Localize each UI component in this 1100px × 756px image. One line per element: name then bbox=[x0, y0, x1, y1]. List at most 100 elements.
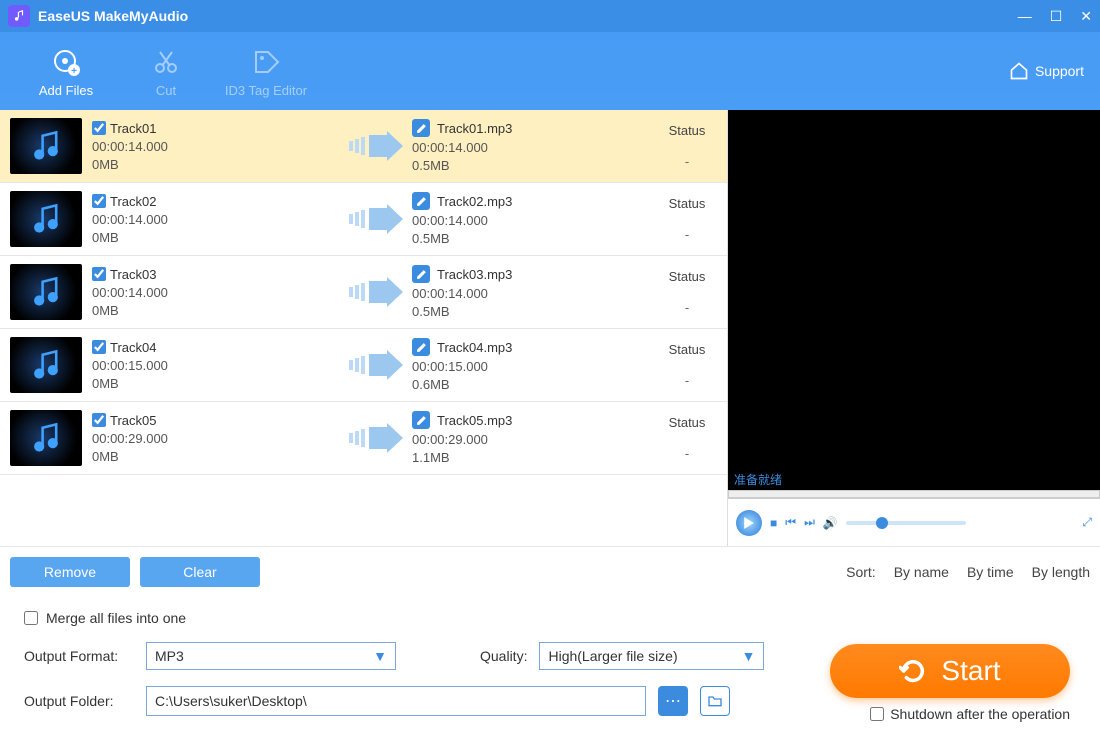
output-name: Track05.mp3 bbox=[437, 413, 512, 428]
track-checkbox[interactable] bbox=[92, 121, 106, 135]
preview-status: 准备就绪 bbox=[734, 471, 782, 488]
track-duration: 00:00:14.000 bbox=[92, 139, 342, 154]
support-link[interactable]: Support bbox=[1009, 61, 1084, 81]
list-action-bar: Remove Clear Sort: By name By time By le… bbox=[0, 546, 1100, 596]
clear-button[interactable]: Clear bbox=[140, 557, 260, 587]
app-logo-icon bbox=[8, 5, 30, 27]
status-value: - bbox=[657, 154, 717, 169]
folder-input[interactable] bbox=[146, 686, 646, 716]
preview-panel: 准备就绪 ■ ⏮ ⏭ 🔊 ⤢ bbox=[728, 110, 1100, 546]
play-button[interactable] bbox=[736, 510, 762, 536]
volume-slider[interactable] bbox=[846, 521, 966, 525]
fullscreen-button[interactable]: ⤢ bbox=[1082, 515, 1092, 530]
quality-label: Quality: bbox=[480, 648, 527, 664]
track-thumbnail bbox=[10, 410, 82, 466]
svg-text:+: + bbox=[71, 66, 77, 77]
merge-label: Merge all files into one bbox=[46, 610, 186, 626]
folder-label: Output Folder: bbox=[24, 693, 134, 709]
output-size: 0.5MB bbox=[412, 304, 592, 319]
quality-select[interactable]: High(Larger file size) ▼ bbox=[539, 642, 764, 670]
track-row[interactable]: Track0400:00:15.0000MBTrack04.mp300:00:1… bbox=[0, 329, 727, 402]
arrow-icon bbox=[342, 423, 412, 453]
output-name: Track03.mp3 bbox=[437, 267, 512, 282]
track-checkbox[interactable] bbox=[92, 267, 106, 281]
output-duration: 00:00:14.000 bbox=[412, 140, 592, 155]
edit-icon[interactable] bbox=[412, 192, 430, 210]
tag-icon bbox=[252, 45, 280, 79]
sort-by-time[interactable]: By time bbox=[967, 564, 1014, 580]
maximize-button[interactable]: ☐ bbox=[1050, 8, 1063, 25]
status-value: - bbox=[657, 373, 717, 388]
merge-checkbox[interactable] bbox=[24, 611, 38, 625]
next-button[interactable]: ⏭ bbox=[804, 515, 815, 530]
status-label: Status bbox=[657, 415, 717, 430]
open-folder-button[interactable] bbox=[700, 686, 730, 716]
output-size: 0.6MB bbox=[412, 377, 592, 392]
status-label: Status bbox=[657, 342, 717, 357]
volume-icon[interactable]: 🔊 bbox=[823, 516, 838, 530]
chevron-down-icon: ▼ bbox=[742, 648, 756, 664]
edit-icon[interactable] bbox=[412, 338, 430, 356]
track-size: 0MB bbox=[92, 157, 342, 172]
track-row[interactable]: Track0200:00:14.0000MBTrack02.mp300:00:1… bbox=[0, 183, 727, 256]
track-thumbnail bbox=[10, 118, 82, 174]
refresh-icon bbox=[899, 657, 927, 685]
prev-button[interactable]: ⏮ bbox=[785, 515, 796, 530]
start-button[interactable]: Start bbox=[830, 644, 1070, 698]
track-thumbnail bbox=[10, 191, 82, 247]
output-size: 0.5MB bbox=[412, 158, 592, 173]
scissors-icon bbox=[152, 45, 180, 79]
edit-icon[interactable] bbox=[412, 119, 430, 137]
sort-label: Sort: bbox=[846, 564, 876, 580]
shutdown-checkbox[interactable] bbox=[870, 707, 884, 721]
track-size: 0MB bbox=[92, 230, 342, 245]
minimize-button[interactable]: — bbox=[1018, 8, 1032, 25]
output-name: Track01.mp3 bbox=[437, 121, 512, 136]
stop-button[interactable]: ■ bbox=[770, 516, 777, 530]
output-duration: 00:00:14.000 bbox=[412, 286, 592, 301]
track-duration: 00:00:29.000 bbox=[92, 431, 342, 446]
arrow-icon bbox=[342, 204, 412, 234]
toolbar: + Add Files Cut ID3 Tag Editor Support bbox=[0, 32, 1100, 110]
id3-editor-button[interactable]: ID3 Tag Editor bbox=[216, 45, 316, 98]
track-name: Track02 bbox=[110, 194, 156, 209]
remove-button[interactable]: Remove bbox=[10, 557, 130, 587]
track-row[interactable]: Track0500:00:29.0000MBTrack05.mp300:00:2… bbox=[0, 402, 727, 475]
edit-icon[interactable] bbox=[412, 265, 430, 283]
sort-by-length[interactable]: By length bbox=[1032, 564, 1090, 580]
track-duration: 00:00:14.000 bbox=[92, 212, 342, 227]
status-label: Status bbox=[657, 123, 717, 138]
output-duration: 00:00:14.000 bbox=[412, 213, 592, 228]
status-label: Status bbox=[657, 196, 717, 211]
track-name: Track01 bbox=[110, 121, 156, 136]
more-button[interactable]: ⋯ bbox=[658, 686, 688, 716]
track-row[interactable]: Track01 00:00:14.000 0MB Track01.mp3 00:00:1… bbox=[0, 110, 727, 183]
track-checkbox[interactable] bbox=[92, 340, 106, 354]
track-name: Track03 bbox=[110, 267, 156, 282]
format-label: Output Format: bbox=[24, 648, 134, 664]
close-button[interactable]: ✕ bbox=[1080, 8, 1092, 25]
status-value: - bbox=[657, 227, 717, 242]
track-size: 0MB bbox=[92, 303, 342, 318]
shutdown-label: Shutdown after the operation bbox=[890, 706, 1070, 722]
track-name: Track05 bbox=[110, 413, 156, 428]
track-list[interactable]: Track01 00:00:14.000 0MB Track01.mp3 00:00:1… bbox=[0, 110, 727, 546]
output-settings: Merge all files into one Output Format: … bbox=[0, 596, 1100, 756]
status-value: - bbox=[657, 446, 717, 461]
arrow-icon bbox=[342, 131, 412, 161]
edit-icon[interactable] bbox=[412, 411, 430, 429]
output-duration: 00:00:29.000 bbox=[412, 432, 592, 447]
track-duration: 00:00:14.000 bbox=[92, 285, 342, 300]
output-size: 0.5MB bbox=[412, 231, 592, 246]
seek-bar[interactable] bbox=[728, 490, 1100, 498]
track-row[interactable]: Track03 00:00:14.000 0MB Track03.mp3 00:00:1… bbox=[0, 256, 727, 329]
title-bar: EaseUS MakeMyAudio — ☐ ✕ bbox=[0, 0, 1100, 32]
output-duration: 00:00:15.000 bbox=[412, 359, 592, 374]
sort-by-name[interactable]: By name bbox=[894, 564, 949, 580]
track-checkbox[interactable] bbox=[92, 194, 106, 208]
cut-button[interactable]: Cut bbox=[116, 45, 216, 98]
app-title: EaseUS MakeMyAudio bbox=[38, 8, 188, 24]
add-files-button[interactable]: + Add Files bbox=[16, 45, 116, 98]
track-checkbox[interactable] bbox=[92, 413, 106, 427]
format-select[interactable]: MP3 ▼ bbox=[146, 642, 396, 670]
